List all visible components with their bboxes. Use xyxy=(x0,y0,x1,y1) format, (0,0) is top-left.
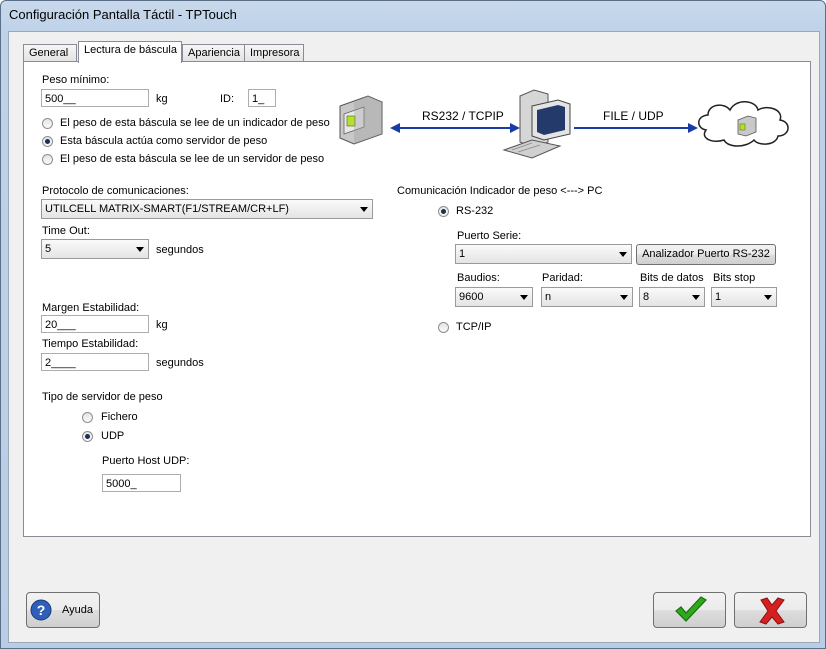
rs232-radio[interactable] xyxy=(438,206,449,217)
timeout-label: Time Out: xyxy=(42,225,90,237)
source-label-lee-servidor: El peso de esta báscula se lee de un ser… xyxy=(60,153,325,165)
bits-datos-value: 8 xyxy=(643,291,650,303)
puerto-serie-value: 1 xyxy=(459,248,466,260)
diagram-link1-label: RS232 / TCPIP xyxy=(422,109,504,123)
chevron-down-icon xyxy=(764,295,772,300)
bits-stop-value: 1 xyxy=(715,291,722,303)
baudios-select[interactable]: 9600 xyxy=(455,287,533,307)
source-radio-lee-servidor[interactable] xyxy=(42,154,53,165)
help-button[interactable]: ? Ayuda xyxy=(26,592,100,628)
tiempo-label: Tiempo Estabilidad: xyxy=(42,338,139,350)
paridad-label: Paridad: xyxy=(542,272,583,284)
servidor-label-fichero: Fichero xyxy=(101,411,138,423)
tab-apariencia[interactable]: Apariencia xyxy=(182,44,246,62)
tab-impresora[interactable]: Impresora xyxy=(244,44,304,62)
chevron-down-icon xyxy=(620,295,628,300)
source-radio-indicador[interactable] xyxy=(42,118,53,129)
servidor-radio-udp[interactable] xyxy=(82,431,93,442)
checkmark-icon xyxy=(675,596,707,622)
window-title: Configuración Pantalla Táctil - TPTouch xyxy=(9,7,237,22)
cancel-button[interactable] xyxy=(734,592,807,628)
puerto-serie-select[interactable]: 1 xyxy=(455,244,632,264)
comunicacion-label: Comunicación Indicador de peso <---> PC xyxy=(397,185,603,197)
analizador-rs232-button[interactable]: Analizador Puerto RS-232 xyxy=(636,244,776,265)
close-icon xyxy=(759,597,785,625)
id-label: ID: xyxy=(220,93,235,105)
baudios-label: Baudios: xyxy=(457,272,500,284)
puerto-serie-label: Puerto Serie: xyxy=(457,230,522,242)
puerto-udp-input[interactable]: 5000_ xyxy=(102,474,181,492)
bits-datos-select[interactable]: 8 xyxy=(639,287,705,307)
dialog-window: Configuración Pantalla Táctil - TPTouch … xyxy=(0,0,826,649)
computer-icon xyxy=(502,89,571,159)
help-label: Ayuda xyxy=(62,604,93,616)
timeout-select[interactable]: 5 xyxy=(41,239,149,259)
help-icon: ? xyxy=(30,599,52,621)
paridad-value: n xyxy=(545,291,552,303)
chevron-down-icon xyxy=(692,295,700,300)
tiempo-unit: segundos xyxy=(156,357,204,369)
bits-stop-label: Bits stop xyxy=(713,272,756,284)
servidor-label: Tipo de servidor de peso xyxy=(42,391,163,403)
margen-label: Margen Estabilidad: xyxy=(42,302,140,314)
servidor-radio-fichero[interactable] xyxy=(82,412,93,423)
bits-datos-label: Bits de datos xyxy=(640,272,704,284)
source-radio-servidor[interactable] xyxy=(42,136,53,147)
peso-minimo-label: Peso mínimo: xyxy=(42,74,110,86)
ok-button[interactable] xyxy=(653,592,726,628)
protocolo-label: Protocolo de comunicaciones: xyxy=(42,185,189,197)
svg-text:?: ? xyxy=(37,602,46,618)
baudios-value: 9600 xyxy=(459,291,484,303)
margen-unit: kg xyxy=(156,319,168,331)
diagram-graphic xyxy=(339,89,789,159)
source-label-indicador: El peso de esta báscula se lee de un ind… xyxy=(60,117,330,129)
bits-stop-select[interactable]: 1 xyxy=(711,287,777,307)
protocolo-select[interactable]: UTILCELL MATRIX-SMART(F1/STREAM/CR+LF) xyxy=(41,199,373,219)
right-arrow-icon xyxy=(574,123,698,133)
tab-panel-lectura: Peso mínimo: 500__ kg ID: 1_ El peso de … xyxy=(23,61,811,537)
tiempo-input[interactable]: 2____ xyxy=(41,353,149,371)
id-input[interactable]: 1_ xyxy=(248,89,276,107)
peso-minimo-input[interactable]: 500__ xyxy=(41,89,149,107)
tcpip-label: TCP/IP xyxy=(456,321,492,333)
chevron-down-icon xyxy=(136,247,144,252)
peso-minimo-unit: kg xyxy=(156,93,168,105)
chevron-down-icon xyxy=(619,252,627,257)
indicator-device-icon xyxy=(339,95,383,145)
tab-lectura-bascula[interactable]: Lectura de báscula xyxy=(78,41,182,63)
source-label-servidor: Esta báscula actúa como servidor de peso xyxy=(60,135,268,147)
tcpip-radio[interactable] xyxy=(438,322,449,333)
tab-general[interactable]: General xyxy=(23,44,77,62)
paridad-select[interactable]: n xyxy=(541,287,633,307)
title-bar[interactable]: Configuración Pantalla Táctil - TPTouch xyxy=(1,1,825,29)
servidor-label-udp: UDP xyxy=(101,430,125,442)
diagram-link2-label: FILE / UDP xyxy=(603,109,664,123)
chevron-down-icon xyxy=(520,295,528,300)
dialog-client: General Lectura de báscula Apariencia Im… xyxy=(8,31,820,643)
double-arrow-icon xyxy=(390,123,520,133)
protocolo-value: UTILCELL MATRIX-SMART(F1/STREAM/CR+LF) xyxy=(45,203,289,215)
puerto-udp-label: Puerto Host UDP: xyxy=(102,455,190,467)
timeout-unit: segundos xyxy=(156,244,204,256)
connection-diagram: RS232 / TCPIP FILE / UDP xyxy=(334,72,794,162)
chevron-down-icon xyxy=(360,207,368,212)
timeout-value: 5 xyxy=(45,243,52,255)
cloud-icon xyxy=(698,101,789,147)
rs232-label: RS-232 xyxy=(456,205,494,217)
margen-input[interactable]: 20___ xyxy=(41,315,149,333)
